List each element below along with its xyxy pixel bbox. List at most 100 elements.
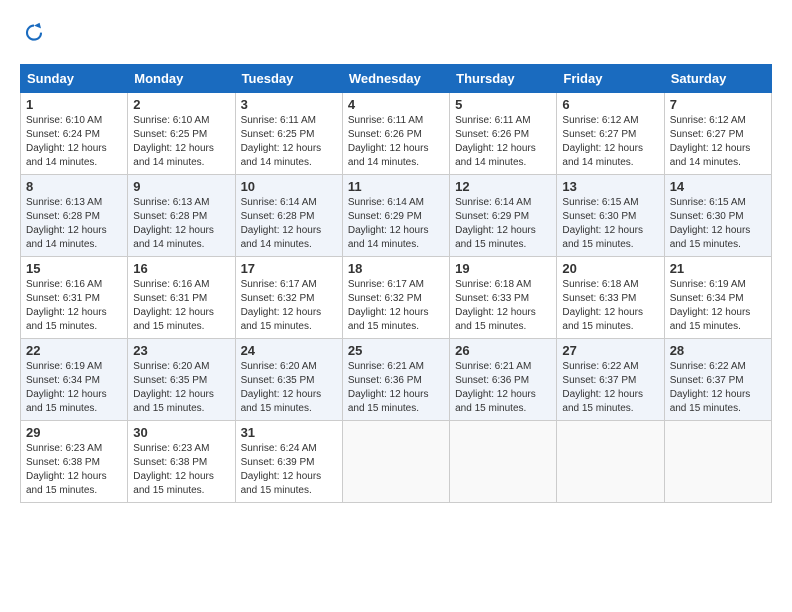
- day-info: Sunrise: 6:13 AM Sunset: 6:28 PM Dayligh…: [133, 196, 229, 252]
- col-friday: Friday: [557, 65, 664, 93]
- day-cell: 15 Sunrise: 6:16 AM Sunset: 6:31 PM Dayl…: [21, 257, 128, 339]
- day-info: Sunrise: 6:12 AM Sunset: 6:27 PM Dayligh…: [670, 114, 766, 170]
- day-cell: 3 Sunrise: 6:11 AM Sunset: 6:25 PM Dayli…: [235, 93, 342, 175]
- day-info: Sunrise: 6:24 AM Sunset: 6:39 PM Dayligh…: [241, 442, 337, 498]
- calendar-row: 29 Sunrise: 6:23 AM Sunset: 6:38 PM Dayl…: [21, 421, 772, 503]
- day-cell: 4 Sunrise: 6:11 AM Sunset: 6:26 PM Dayli…: [342, 93, 449, 175]
- day-number: 1: [26, 97, 122, 112]
- calendar-row: 15 Sunrise: 6:16 AM Sunset: 6:31 PM Dayl…: [21, 257, 772, 339]
- day-number: 11: [348, 179, 444, 194]
- col-thursday: Thursday: [450, 65, 557, 93]
- day-info: Sunrise: 6:21 AM Sunset: 6:36 PM Dayligh…: [455, 360, 551, 416]
- day-info: Sunrise: 6:10 AM Sunset: 6:25 PM Dayligh…: [133, 114, 229, 170]
- empty-cell: [450, 421, 557, 503]
- col-saturday: Saturday: [664, 65, 771, 93]
- day-info: Sunrise: 6:17 AM Sunset: 6:32 PM Dayligh…: [241, 278, 337, 334]
- day-number: 20: [562, 261, 658, 276]
- day-info: Sunrise: 6:15 AM Sunset: 6:30 PM Dayligh…: [670, 196, 766, 252]
- day-number: 12: [455, 179, 551, 194]
- day-info: Sunrise: 6:11 AM Sunset: 6:25 PM Dayligh…: [241, 114, 337, 170]
- day-number: 13: [562, 179, 658, 194]
- day-number: 10: [241, 179, 337, 194]
- page-header: [20, 20, 772, 48]
- day-info: Sunrise: 6:12 AM Sunset: 6:27 PM Dayligh…: [562, 114, 658, 170]
- day-cell: 7 Sunrise: 6:12 AM Sunset: 6:27 PM Dayli…: [664, 93, 771, 175]
- day-info: Sunrise: 6:20 AM Sunset: 6:35 PM Dayligh…: [133, 360, 229, 416]
- day-number: 4: [348, 97, 444, 112]
- col-monday: Monday: [128, 65, 235, 93]
- day-cell: 24 Sunrise: 6:20 AM Sunset: 6:35 PM Dayl…: [235, 339, 342, 421]
- day-cell: 5 Sunrise: 6:11 AM Sunset: 6:26 PM Dayli…: [450, 93, 557, 175]
- day-info: Sunrise: 6:17 AM Sunset: 6:32 PM Dayligh…: [348, 278, 444, 334]
- day-cell: 21 Sunrise: 6:19 AM Sunset: 6:34 PM Dayl…: [664, 257, 771, 339]
- day-info: Sunrise: 6:16 AM Sunset: 6:31 PM Dayligh…: [133, 278, 229, 334]
- day-info: Sunrise: 6:18 AM Sunset: 6:33 PM Dayligh…: [455, 278, 551, 334]
- day-number: 15: [26, 261, 122, 276]
- day-number: 7: [670, 97, 766, 112]
- day-cell: 11 Sunrise: 6:14 AM Sunset: 6:29 PM Dayl…: [342, 175, 449, 257]
- day-number: 23: [133, 343, 229, 358]
- day-info: Sunrise: 6:14 AM Sunset: 6:29 PM Dayligh…: [455, 196, 551, 252]
- day-number: 22: [26, 343, 122, 358]
- day-cell: 20 Sunrise: 6:18 AM Sunset: 6:33 PM Dayl…: [557, 257, 664, 339]
- logo: [20, 20, 52, 48]
- day-number: 2: [133, 97, 229, 112]
- day-cell: 14 Sunrise: 6:15 AM Sunset: 6:30 PM Dayl…: [664, 175, 771, 257]
- day-number: 3: [241, 97, 337, 112]
- calendar-row: 22 Sunrise: 6:19 AM Sunset: 6:34 PM Dayl…: [21, 339, 772, 421]
- day-cell: 16 Sunrise: 6:16 AM Sunset: 6:31 PM Dayl…: [128, 257, 235, 339]
- day-info: Sunrise: 6:11 AM Sunset: 6:26 PM Dayligh…: [455, 114, 551, 170]
- col-sunday: Sunday: [21, 65, 128, 93]
- day-number: 6: [562, 97, 658, 112]
- calendar-row: 1 Sunrise: 6:10 AM Sunset: 6:24 PM Dayli…: [21, 93, 772, 175]
- col-wednesday: Wednesday: [342, 65, 449, 93]
- day-number: 26: [455, 343, 551, 358]
- day-cell: 28 Sunrise: 6:22 AM Sunset: 6:37 PM Dayl…: [664, 339, 771, 421]
- day-cell: 9 Sunrise: 6:13 AM Sunset: 6:28 PM Dayli…: [128, 175, 235, 257]
- day-number: 5: [455, 97, 551, 112]
- day-cell: 2 Sunrise: 6:10 AM Sunset: 6:25 PM Dayli…: [128, 93, 235, 175]
- day-cell: 8 Sunrise: 6:13 AM Sunset: 6:28 PM Dayli…: [21, 175, 128, 257]
- calendar-row: 8 Sunrise: 6:13 AM Sunset: 6:28 PM Dayli…: [21, 175, 772, 257]
- calendar-table: Sunday Monday Tuesday Wednesday Thursday…: [20, 64, 772, 503]
- day-number: 28: [670, 343, 766, 358]
- day-number: 29: [26, 425, 122, 440]
- day-info: Sunrise: 6:18 AM Sunset: 6:33 PM Dayligh…: [562, 278, 658, 334]
- day-number: 31: [241, 425, 337, 440]
- day-cell: 23 Sunrise: 6:20 AM Sunset: 6:35 PM Dayl…: [128, 339, 235, 421]
- day-cell: 31 Sunrise: 6:24 AM Sunset: 6:39 PM Dayl…: [235, 421, 342, 503]
- day-cell: 25 Sunrise: 6:21 AM Sunset: 6:36 PM Dayl…: [342, 339, 449, 421]
- empty-cell: [664, 421, 771, 503]
- day-cell: 27 Sunrise: 6:22 AM Sunset: 6:37 PM Dayl…: [557, 339, 664, 421]
- day-cell: 17 Sunrise: 6:17 AM Sunset: 6:32 PM Dayl…: [235, 257, 342, 339]
- day-cell: 29 Sunrise: 6:23 AM Sunset: 6:38 PM Dayl…: [21, 421, 128, 503]
- day-number: 30: [133, 425, 229, 440]
- day-info: Sunrise: 6:22 AM Sunset: 6:37 PM Dayligh…: [562, 360, 658, 416]
- day-cell: 13 Sunrise: 6:15 AM Sunset: 6:30 PM Dayl…: [557, 175, 664, 257]
- calendar-header-row: Sunday Monday Tuesday Wednesday Thursday…: [21, 65, 772, 93]
- day-number: 16: [133, 261, 229, 276]
- day-info: Sunrise: 6:14 AM Sunset: 6:28 PM Dayligh…: [241, 196, 337, 252]
- day-number: 24: [241, 343, 337, 358]
- day-number: 19: [455, 261, 551, 276]
- day-number: 9: [133, 179, 229, 194]
- day-info: Sunrise: 6:23 AM Sunset: 6:38 PM Dayligh…: [133, 442, 229, 498]
- day-info: Sunrise: 6:15 AM Sunset: 6:30 PM Dayligh…: [562, 196, 658, 252]
- day-cell: 22 Sunrise: 6:19 AM Sunset: 6:34 PM Dayl…: [21, 339, 128, 421]
- day-info: Sunrise: 6:16 AM Sunset: 6:31 PM Dayligh…: [26, 278, 122, 334]
- day-cell: 1 Sunrise: 6:10 AM Sunset: 6:24 PM Dayli…: [21, 93, 128, 175]
- day-number: 18: [348, 261, 444, 276]
- day-cell: 30 Sunrise: 6:23 AM Sunset: 6:38 PM Dayl…: [128, 421, 235, 503]
- day-info: Sunrise: 6:19 AM Sunset: 6:34 PM Dayligh…: [670, 278, 766, 334]
- empty-cell: [557, 421, 664, 503]
- empty-cell: [342, 421, 449, 503]
- day-info: Sunrise: 6:21 AM Sunset: 6:36 PM Dayligh…: [348, 360, 444, 416]
- col-tuesday: Tuesday: [235, 65, 342, 93]
- day-info: Sunrise: 6:19 AM Sunset: 6:34 PM Dayligh…: [26, 360, 122, 416]
- day-cell: 10 Sunrise: 6:14 AM Sunset: 6:28 PM Dayl…: [235, 175, 342, 257]
- day-number: 25: [348, 343, 444, 358]
- day-info: Sunrise: 6:20 AM Sunset: 6:35 PM Dayligh…: [241, 360, 337, 416]
- day-number: 14: [670, 179, 766, 194]
- logo-icon: [20, 20, 48, 48]
- day-number: 8: [26, 179, 122, 194]
